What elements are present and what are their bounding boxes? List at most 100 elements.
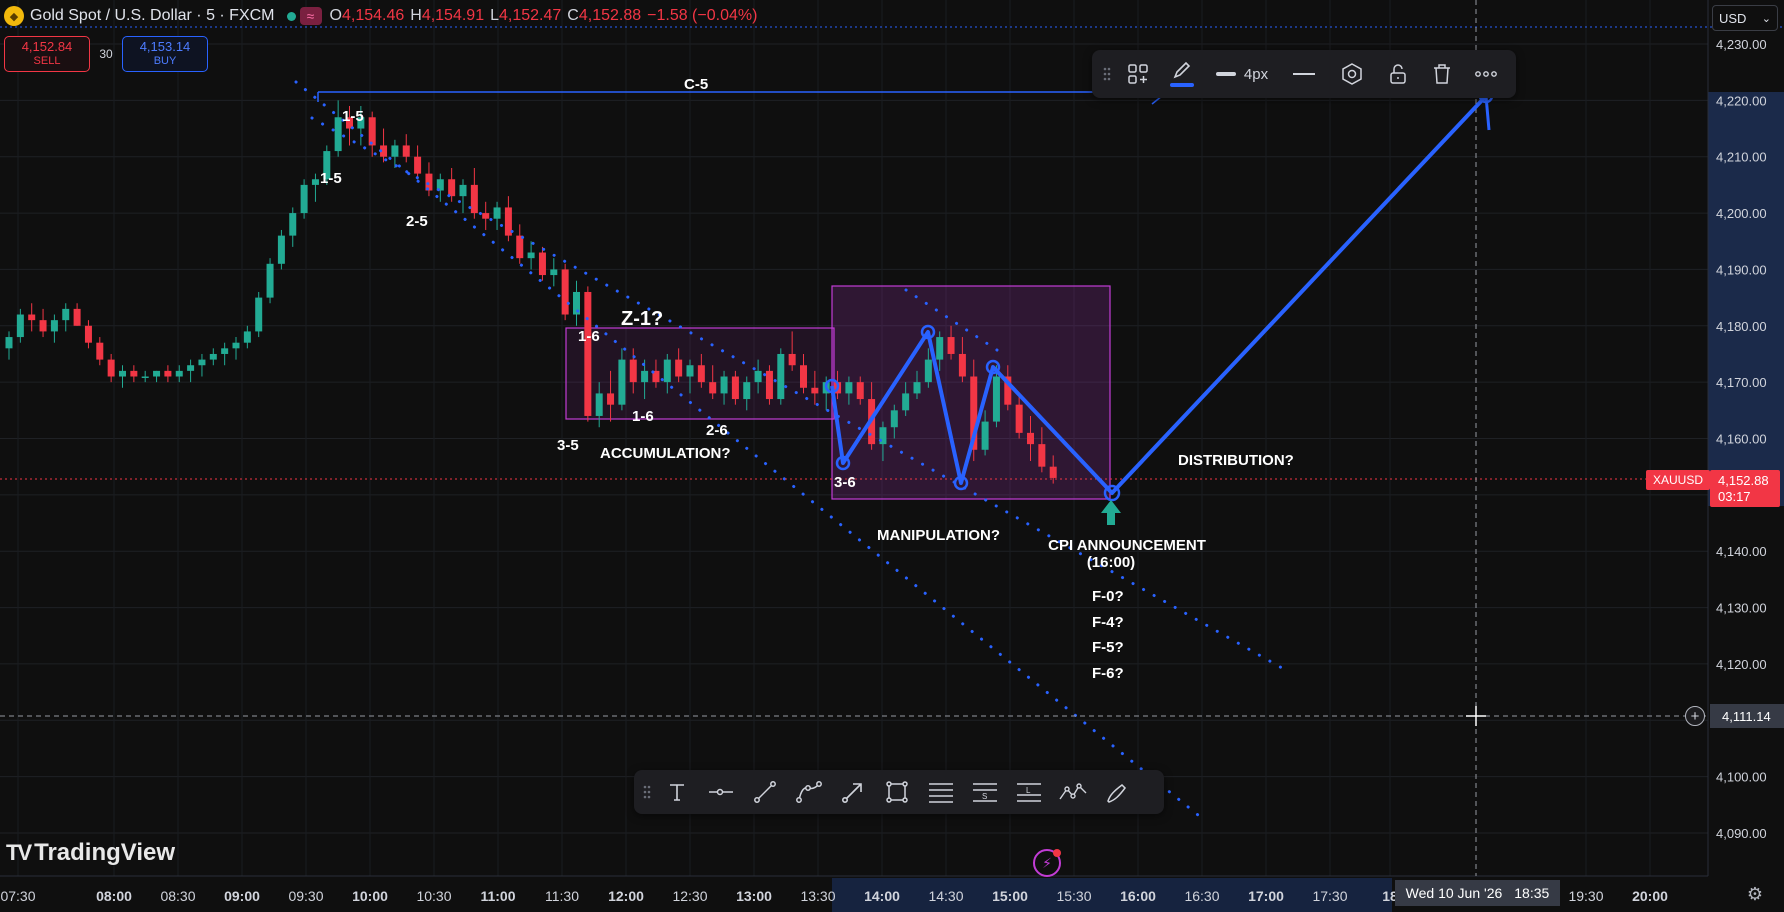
candle xyxy=(550,258,558,287)
crosshair-price-tag: 4,111.14 xyxy=(1710,704,1784,728)
trash-icon[interactable] xyxy=(1422,56,1462,92)
time-tick-label: 19:30 xyxy=(1568,888,1603,904)
price-tick-label: 4,200.00 xyxy=(1716,206,1767,221)
dotted-trendline-upper[interactable] xyxy=(310,116,1284,670)
fib-retracement-icon[interactable] xyxy=(920,774,962,810)
candle xyxy=(300,179,308,219)
candle xyxy=(482,201,490,230)
symbol-title[interactable]: Gold Spot / U.S. Dollar · 5 · FXCM xyxy=(30,7,275,25)
candle xyxy=(153,370,161,383)
long-position-icon[interactable]: L xyxy=(1008,774,1050,810)
buy-price: 4,153.14 xyxy=(139,39,191,54)
price-tick-label: 4,130.00 xyxy=(1716,601,1767,616)
line-color-pencil-icon[interactable] xyxy=(1162,56,1202,92)
spread-value: 30 xyxy=(99,47,113,61)
add-alert-plus-icon[interactable]: + xyxy=(1685,706,1705,726)
candle xyxy=(266,258,274,304)
candle xyxy=(50,314,58,343)
text-tool-icon[interactable] xyxy=(656,774,698,810)
gold-coin-icon[interactable]: ◆ xyxy=(4,6,24,26)
drawing-tools-toolbar: S L xyxy=(634,770,1164,814)
candle xyxy=(175,365,183,383)
path-tool-icon[interactable] xyxy=(788,774,830,810)
arrow-tool-icon[interactable] xyxy=(832,774,874,810)
trend-line-icon[interactable] xyxy=(744,774,786,810)
xabcd-pattern-icon[interactable] xyxy=(1052,774,1094,810)
drag-handle-icon[interactable] xyxy=(1100,59,1114,89)
currency-label: USD xyxy=(1719,10,1747,26)
candle xyxy=(391,139,399,168)
candle xyxy=(561,263,569,321)
svg-text:S: S xyxy=(982,792,987,801)
templates-icon[interactable] xyxy=(1118,56,1158,92)
label-1-6-top: 1-6 xyxy=(578,328,600,345)
close-label: C xyxy=(567,7,579,24)
currency-selector[interactable]: USD ⌄ xyxy=(1712,5,1778,31)
time-tick-label: 14:30 xyxy=(928,888,963,904)
candle xyxy=(277,229,285,270)
label-z1: Z-1? xyxy=(621,308,663,330)
more-options-icon[interactable] xyxy=(1466,56,1506,92)
lightning-icon[interactable]: ⚡ xyxy=(1033,849,1061,877)
candle xyxy=(209,348,217,366)
candle xyxy=(777,348,785,405)
candle xyxy=(516,224,524,264)
label-distribution: DISTRIBUTION? xyxy=(1178,452,1294,469)
candle xyxy=(289,207,297,247)
brush-tool-icon[interactable] xyxy=(1096,774,1138,810)
line-width-button[interactable]: 4px xyxy=(1206,56,1278,92)
candle xyxy=(96,337,104,366)
gear-icon[interactable]: ⚙ xyxy=(1745,884,1765,904)
time-tick-label: 15:00 xyxy=(992,888,1028,904)
candle xyxy=(538,246,546,281)
time-tick-label: 13:00 xyxy=(736,888,772,904)
label-cpi-time: (16:00) xyxy=(1087,554,1135,571)
svg-text:L: L xyxy=(1026,786,1031,795)
time-tick-label: 17:00 xyxy=(1248,888,1284,904)
candle xyxy=(459,179,467,214)
candle xyxy=(198,353,206,377)
price-tick-label: 4,210.00 xyxy=(1716,150,1767,165)
price-tick-label: 4,140.00 xyxy=(1716,544,1767,559)
crosshair-date-tag: Wed 10 Jun '26 18:35 xyxy=(1395,880,1560,906)
price-tick-label: 4,100.00 xyxy=(1716,770,1767,785)
chevron-down-icon: ⌄ xyxy=(1761,12,1771,25)
settings-hexagon-icon[interactable] xyxy=(1330,56,1374,92)
horizontal-ray-icon[interactable] xyxy=(700,774,742,810)
label-2-6: 2-6 xyxy=(706,422,728,439)
line-style-icon[interactable] xyxy=(1282,56,1326,92)
unlock-icon[interactable] xyxy=(1378,56,1418,92)
market-open-dot-icon xyxy=(286,11,296,21)
cpi-up-arrow-icon[interactable] xyxy=(1101,500,1121,525)
low-label: L xyxy=(490,7,499,24)
open-label: O xyxy=(329,7,342,24)
tv-logo-mark-icon: TV xyxy=(6,840,32,865)
time-tick-label: 08:30 xyxy=(160,888,195,904)
rectangle-tool-icon[interactable] xyxy=(876,774,918,810)
last-price-tag: 4,152.88 03:17 xyxy=(1710,470,1780,507)
time-tick-label: 20:00 xyxy=(1632,888,1668,904)
indicator-wave-icon[interactable]: ≈ xyxy=(299,7,322,25)
candle xyxy=(425,162,433,197)
candle xyxy=(130,365,138,383)
candle xyxy=(470,167,478,219)
time-tick-label: 09:00 xyxy=(224,888,260,904)
candle xyxy=(765,365,773,405)
time-tick-label: 11:30 xyxy=(545,888,579,904)
price-tick-label: 4,120.00 xyxy=(1716,657,1767,672)
price-tick-label: 4,090.00 xyxy=(1716,826,1767,841)
label-3-6: 3-6 xyxy=(834,474,856,491)
candle xyxy=(334,100,342,157)
buy-button[interactable]: 4,153.14 BUY xyxy=(122,36,208,72)
candle xyxy=(28,303,36,332)
short-position-icon[interactable]: S xyxy=(964,774,1006,810)
time-tick-label: 10:30 xyxy=(416,888,451,904)
tradingview-logo[interactable]: TV TradingView xyxy=(6,838,175,868)
candle xyxy=(255,291,263,338)
label-3-5: 3-5 xyxy=(557,437,579,454)
sell-button[interactable]: 4,152.84 SELL xyxy=(4,36,90,72)
drag-handle-icon[interactable] xyxy=(640,777,654,807)
candle xyxy=(187,359,195,383)
candle xyxy=(584,286,592,422)
time-tick-label: 14:00 xyxy=(864,888,900,904)
